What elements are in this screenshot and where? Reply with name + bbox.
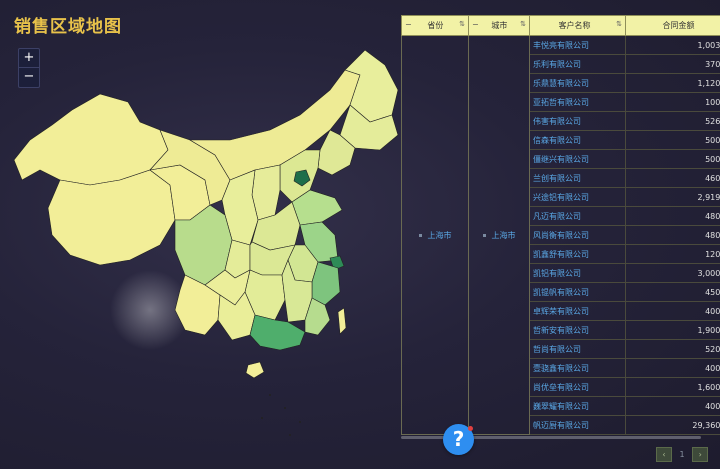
region-zhejiang[interactable] — [312, 262, 340, 305]
region-xinjiang[interactable] — [14, 94, 168, 185]
contract-amount-cell: 480,0 — [626, 226, 720, 245]
customer-name-cell[interactable]: 卓辉荣有限公司 — [530, 302, 626, 321]
notification-dot — [468, 426, 473, 431]
customer-name-cell[interactable]: 巍翠耀有限公司 — [530, 397, 626, 416]
contract-amount-cell: 400,0 — [626, 359, 720, 378]
region-tibet[interactable] — [48, 170, 175, 265]
sales-table-panel: − 省份 ⇅ − 城市 ⇅ 客户名称 ⇅ 合同金额 上海市上海市丰悦亮有限公司1… — [401, 15, 720, 435]
contract-amount-cell: 29,360,0 — [626, 416, 720, 435]
region-taiwan[interactable] — [338, 308, 346, 334]
sort-filter-icon[interactable]: ⇅ — [616, 20, 622, 28]
contract-amount-cell: 1,003,0 — [626, 36, 720, 55]
page-number: 1 — [677, 448, 687, 461]
customer-name-cell[interactable]: 帆迈厨有限公司 — [530, 416, 626, 435]
next-page-button[interactable]: › — [692, 447, 708, 462]
sales-table: − 省份 ⇅ − 城市 ⇅ 客户名称 ⇅ 合同金额 上海市上海市丰悦亮有限公司1… — [401, 15, 720, 435]
customer-name-cell[interactable]: 凯铝有限公司 — [530, 264, 626, 283]
contract-amount-cell: 520,0 — [626, 340, 720, 359]
collapse-icon[interactable]: − — [472, 20, 479, 29]
contract-amount-cell: 500,0 — [626, 150, 720, 169]
customer-name-cell[interactable]: 哲尚有限公司 — [530, 340, 626, 359]
contract-amount-cell: 370,0 — [626, 55, 720, 74]
customer-name-cell[interactable]: 乐鼎慧有限公司 — [530, 74, 626, 93]
sort-filter-icon[interactable]: ⇅ — [520, 20, 526, 28]
customer-name-cell[interactable]: 僵继兴有限公司 — [530, 150, 626, 169]
sort-filter-icon[interactable]: ⇅ — [459, 20, 465, 28]
table-row[interactable]: 上海市上海市丰悦亮有限公司1,003,0 — [402, 36, 720, 55]
contract-amount-cell: 400,0 — [626, 397, 720, 416]
contract-amount-cell: 526,0 — [626, 112, 720, 131]
contract-amount-cell: 500,0 — [626, 131, 720, 150]
contract-amount-cell: 450,0 — [626, 283, 720, 302]
column-header-province[interactable]: − 省份 ⇅ — [402, 16, 469, 36]
south-sea-islands — [261, 394, 301, 436]
customer-name-cell[interactable]: 风尚衡有限公司 — [530, 226, 626, 245]
expand-dot-icon[interactable] — [419, 234, 422, 237]
contract-amount-cell: 120,0 — [626, 245, 720, 264]
customer-name-cell[interactable]: 尚优垒有限公司 — [530, 378, 626, 397]
region-hainan[interactable] — [246, 362, 264, 378]
customer-name-cell[interactable]: 乐利有限公司 — [530, 55, 626, 74]
customer-name-cell[interactable]: 信森有限公司 — [530, 131, 626, 150]
customer-name-cell[interactable]: 兰创有限公司 — [530, 169, 626, 188]
customer-name-cell[interactable]: 壹骁鑫有限公司 — [530, 359, 626, 378]
contract-amount-cell: 1,600,0 — [626, 378, 720, 397]
column-header-customer[interactable]: 客户名称 ⇅ — [530, 16, 626, 36]
prev-page-button[interactable]: ‹ — [656, 447, 672, 462]
column-header-city[interactable]: − 城市 ⇅ — [469, 16, 530, 36]
pager: ‹ 1 › — [656, 444, 708, 463]
customer-name-cell[interactable]: 凯锟帆有限公司 — [530, 283, 626, 302]
customer-name-cell[interactable]: 哲新安有限公司 — [530, 321, 626, 340]
customer-name-cell[interactable]: 亚拓哲有限公司 — [530, 93, 626, 112]
customer-name-cell[interactable]: 伟害有限公司 — [530, 112, 626, 131]
province-cell[interactable]: 上海市 — [402, 36, 469, 435]
contract-amount-cell: 3,000,0 — [626, 264, 720, 283]
customer-name-cell[interactable]: 凯鑫舒有限公司 — [530, 245, 626, 264]
contract-amount-cell: 400,0 — [626, 302, 720, 321]
customer-name-cell[interactable]: 兴途铝有限公司 — [530, 188, 626, 207]
collapse-icon[interactable]: − — [405, 20, 412, 29]
column-header-amount[interactable]: 合同金额 — [626, 16, 720, 36]
customer-name-cell[interactable]: 凡迈有限公司 — [530, 207, 626, 226]
contract-amount-cell: 480,0 — [626, 207, 720, 226]
contract-amount-cell: 1,120,0 — [626, 74, 720, 93]
contract-amount-cell: 100,0 — [626, 93, 720, 112]
china-sales-map[interactable] — [0, 30, 400, 450]
expand-dot-icon[interactable] — [483, 234, 486, 237]
contract-amount-cell: 460,0 — [626, 169, 720, 188]
contract-amount-cell: 1,900,0 — [626, 321, 720, 340]
customer-name-cell[interactable]: 丰悦亮有限公司 — [530, 36, 626, 55]
contract-amount-cell: 2,919,0 — [626, 188, 720, 207]
city-cell[interactable]: 上海市 — [469, 36, 530, 435]
table-header-row: − 省份 ⇅ − 城市 ⇅ 客户名称 ⇅ 合同金额 — [402, 16, 720, 36]
